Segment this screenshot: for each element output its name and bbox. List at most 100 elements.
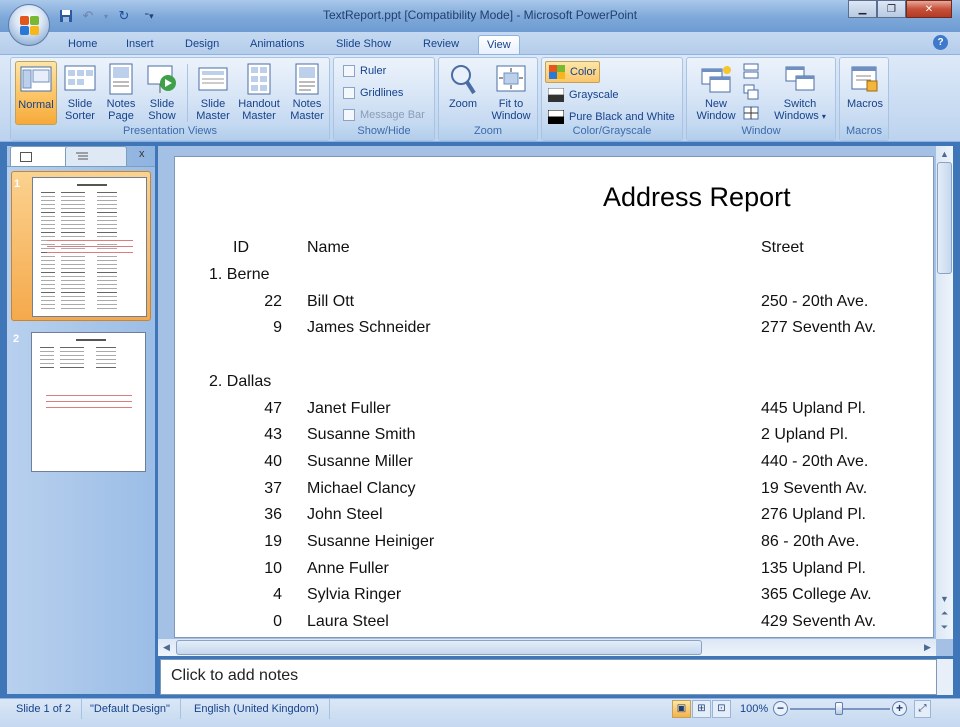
notes-page-button[interactable]: Notes Page [103, 61, 139, 125]
thumbnail-text-line [41, 300, 55, 301]
help-icon[interactable]: ? [933, 35, 948, 50]
zoom-button[interactable]: Zoom [443, 61, 483, 125]
new-window-button[interactable]: New Window [691, 61, 741, 125]
redo-icon[interactable]: ↻ [116, 8, 132, 24]
ribbon: Normal Slide Sorter Notes Page Slide Sho… [0, 54, 960, 142]
slide-show-status-icon[interactable]: ⊡ [712, 700, 731, 718]
fit-to-window-button[interactable]: Fit to Window [487, 61, 535, 125]
customize-icon[interactable]: ⁼▾ [138, 8, 160, 24]
vertical-scrollbar[interactable]: ▲ ▼ ⏶ ⏷ [936, 146, 953, 639]
report-title[interactable]: Address Report [603, 182, 791, 213]
table-row: 36 John Steel 276 Upland Pl. [175, 506, 933, 528]
horizontal-scrollbar[interactable]: ◀ ▶ [158, 639, 936, 656]
color-grayscale-label: Color/Grayscale [542, 125, 682, 140]
notes-page-icon [105, 63, 137, 95]
thumbnail-text-line [97, 196, 117, 197]
tab-animations[interactable]: Animations [242, 35, 312, 54]
close-pane-icon[interactable]: x [139, 148, 145, 160]
thumbnail-text-line [40, 359, 54, 360]
thumbnail-text-line [97, 272, 117, 273]
thumbnail-text-line [97, 296, 117, 297]
normal-view-button[interactable]: Normal [15, 61, 57, 125]
tab-slide-show[interactable]: Slide Show [328, 35, 399, 54]
notes-master-button[interactable]: Notes Master [287, 61, 327, 125]
table-row: 37 Michael Clancy 19 Seventh Av. [175, 480, 933, 502]
horizontal-scroll-thumb[interactable] [176, 640, 702, 655]
cell-street: 365 College Av. [761, 586, 872, 604]
slide-canvas[interactable]: Address Report ID Name Street 1. Berne 22… [174, 156, 934, 638]
pure-black-white-button[interactable]: Pure Black and White [545, 107, 678, 127]
cascade-icon[interactable] [743, 84, 759, 100]
slide-number-1: 1 [14, 178, 21, 190]
scroll-left-icon[interactable]: ◀ [158, 639, 175, 655]
slide-sorter-status-icon[interactable]: ⊞ [692, 700, 711, 718]
restore-button[interactable]: ❐ [877, 0, 906, 18]
thumbnail-text-line [61, 244, 85, 245]
thumbnail-text-line [61, 288, 85, 289]
office-button[interactable] [8, 4, 50, 46]
ruler-check-icon [343, 65, 355, 77]
outline-tab-icon [76, 152, 88, 160]
thumbnail-text-line [41, 232, 55, 233]
scroll-up-icon[interactable]: ▲ [936, 146, 953, 162]
color-button[interactable]: Color [545, 61, 601, 83]
dropdown-arrow-icon: ▾ [821, 112, 826, 121]
slide-show-button[interactable]: Slide Show [143, 61, 181, 125]
undo-icon[interactable]: ↶ [80, 8, 96, 24]
zoom-level[interactable]: 100% [730, 699, 778, 719]
slide-show-icon [146, 63, 178, 95]
tab-insert[interactable]: Insert [118, 35, 162, 54]
thumbnail-text-line [96, 359, 116, 360]
gridlines-checkbox[interactable]: Gridlines [340, 83, 406, 103]
thumbnail-text-line [61, 236, 85, 237]
slide-sorter-label-2: Sorter [65, 110, 95, 122]
cell-id: 22 [264, 292, 282, 310]
vertical-scroll-thumb[interactable] [937, 162, 952, 274]
zoom-in-icon[interactable]: + [892, 701, 907, 716]
thumbnail-text-line [60, 355, 84, 356]
switch-windows-button[interactable]: Switch Windows ▾ [767, 61, 833, 125]
move-split-icon[interactable] [743, 105, 759, 121]
notes-pane[interactable]: Click to add notes [160, 659, 937, 695]
notes-scrollbar[interactable] [937, 659, 953, 695]
normal-view-status-icon[interactable]: ▣ [672, 700, 691, 718]
thumbnail-text-line [61, 304, 85, 305]
tab-review[interactable]: Review [415, 35, 467, 54]
slide-thumbnail-1[interactable]: 1 [11, 171, 151, 321]
zoom-out-icon[interactable]: − [773, 701, 788, 716]
minimize-button[interactable]: ▁ [848, 0, 877, 18]
tab-view[interactable]: View [478, 35, 520, 54]
ruler-checkbox[interactable]: Ruler [340, 61, 389, 81]
macros-button[interactable]: Macros [843, 61, 887, 125]
thumbnail-text-line [40, 347, 54, 348]
table-row: 19 Susanne Heiniger 86 - 20th Ave. [175, 533, 933, 555]
grayscale-button[interactable]: Grayscale [545, 85, 622, 105]
scroll-right-icon[interactable]: ▶ [919, 639, 936, 655]
group-zoom: Zoom Fit to Window Zoom [438, 57, 538, 141]
tab-home[interactable]: Home [60, 35, 105, 54]
close-button[interactable]: ✕ [906, 0, 952, 18]
slide-sorter-button[interactable]: Slide Sorter [61, 61, 99, 125]
status-language[interactable]: English (United Kingdom) [184, 699, 330, 719]
fit-slide-icon[interactable]: ⤢ [914, 700, 931, 718]
handout-master-label-1: Handout [238, 98, 280, 110]
dropdown-small-icon[interactable]: ▾ [102, 8, 110, 24]
status-design[interactable]: "Default Design" [80, 699, 181, 719]
slide-thumbnail-2[interactable]: 2 [11, 327, 151, 477]
gridlines-check-icon [343, 87, 355, 99]
header-street: Street [761, 239, 804, 256]
outline-tab[interactable] [65, 146, 127, 166]
save-icon[interactable] [58, 8, 74, 24]
table-row: 0 Laura Steel 429 Seventh Av. [175, 613, 933, 635]
zoom-slider-thumb[interactable] [835, 702, 843, 715]
slide-master-button[interactable]: Slide Master [193, 61, 233, 125]
presentation-views-label: Presentation Views [11, 125, 329, 140]
next-slide-icon[interactable]: ⏷ [936, 622, 953, 636]
slides-tab[interactable] [10, 146, 68, 166]
scroll-down-icon[interactable]: ▼ [936, 591, 953, 607]
arrange-all-icon[interactable] [743, 63, 759, 79]
tab-design[interactable]: Design [177, 35, 227, 54]
previous-slide-icon[interactable]: ⏶ [936, 608, 953, 622]
message-bar-checkbox[interactable]: Message Bar [340, 105, 428, 125]
handout-master-button[interactable]: Handout Master [235, 61, 283, 125]
